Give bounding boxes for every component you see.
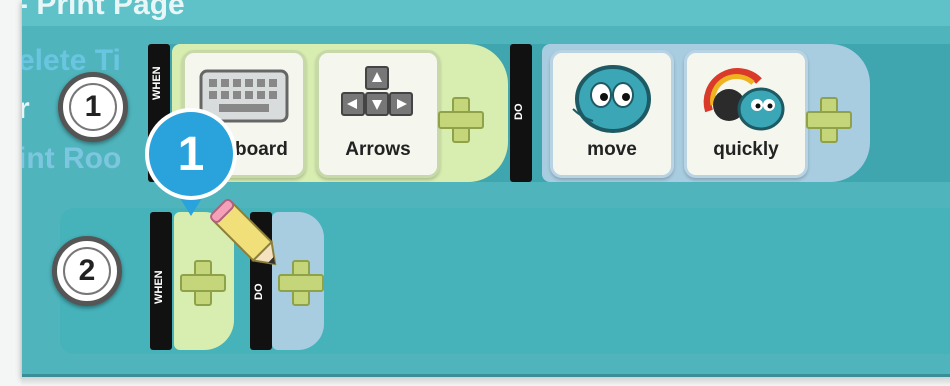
menu-item-delete[interactable]: elete Ti (22, 44, 121, 78)
tile-label-quickly: quickly (713, 139, 779, 160)
tile-label-arrows: Arrows (345, 139, 411, 160)
when-label-2: WHEN (150, 212, 172, 350)
speed-gauge-icon (703, 68, 785, 131)
tile-label-move: move (587, 139, 637, 160)
rule-number-2: 2 (52, 236, 122, 306)
callout-badge: 1 (145, 108, 237, 220)
frame-shadow (22, 377, 950, 386)
menu-item-print-root[interactable]: int Roo (22, 142, 121, 176)
tile-move[interactable]: move (550, 50, 674, 178)
tile-quickly[interactable]: quickly (684, 50, 808, 178)
menu-item-print-page[interactable]: ‑ Print Page (22, 0, 185, 22)
kodu-face-icon (572, 65, 651, 133)
tile-arrows[interactable]: Arrows (316, 50, 440, 178)
menu-item-clipped[interactable]: r (22, 92, 30, 126)
add-do-tile-button-1[interactable] (804, 95, 852, 143)
arrow-keys-icon (341, 66, 413, 116)
add-when-tile-button-1[interactable] (436, 95, 484, 143)
do-label-1: DO (510, 44, 532, 182)
callout-number: 1 (145, 108, 237, 200)
rule-number-1: 1 (58, 72, 128, 142)
